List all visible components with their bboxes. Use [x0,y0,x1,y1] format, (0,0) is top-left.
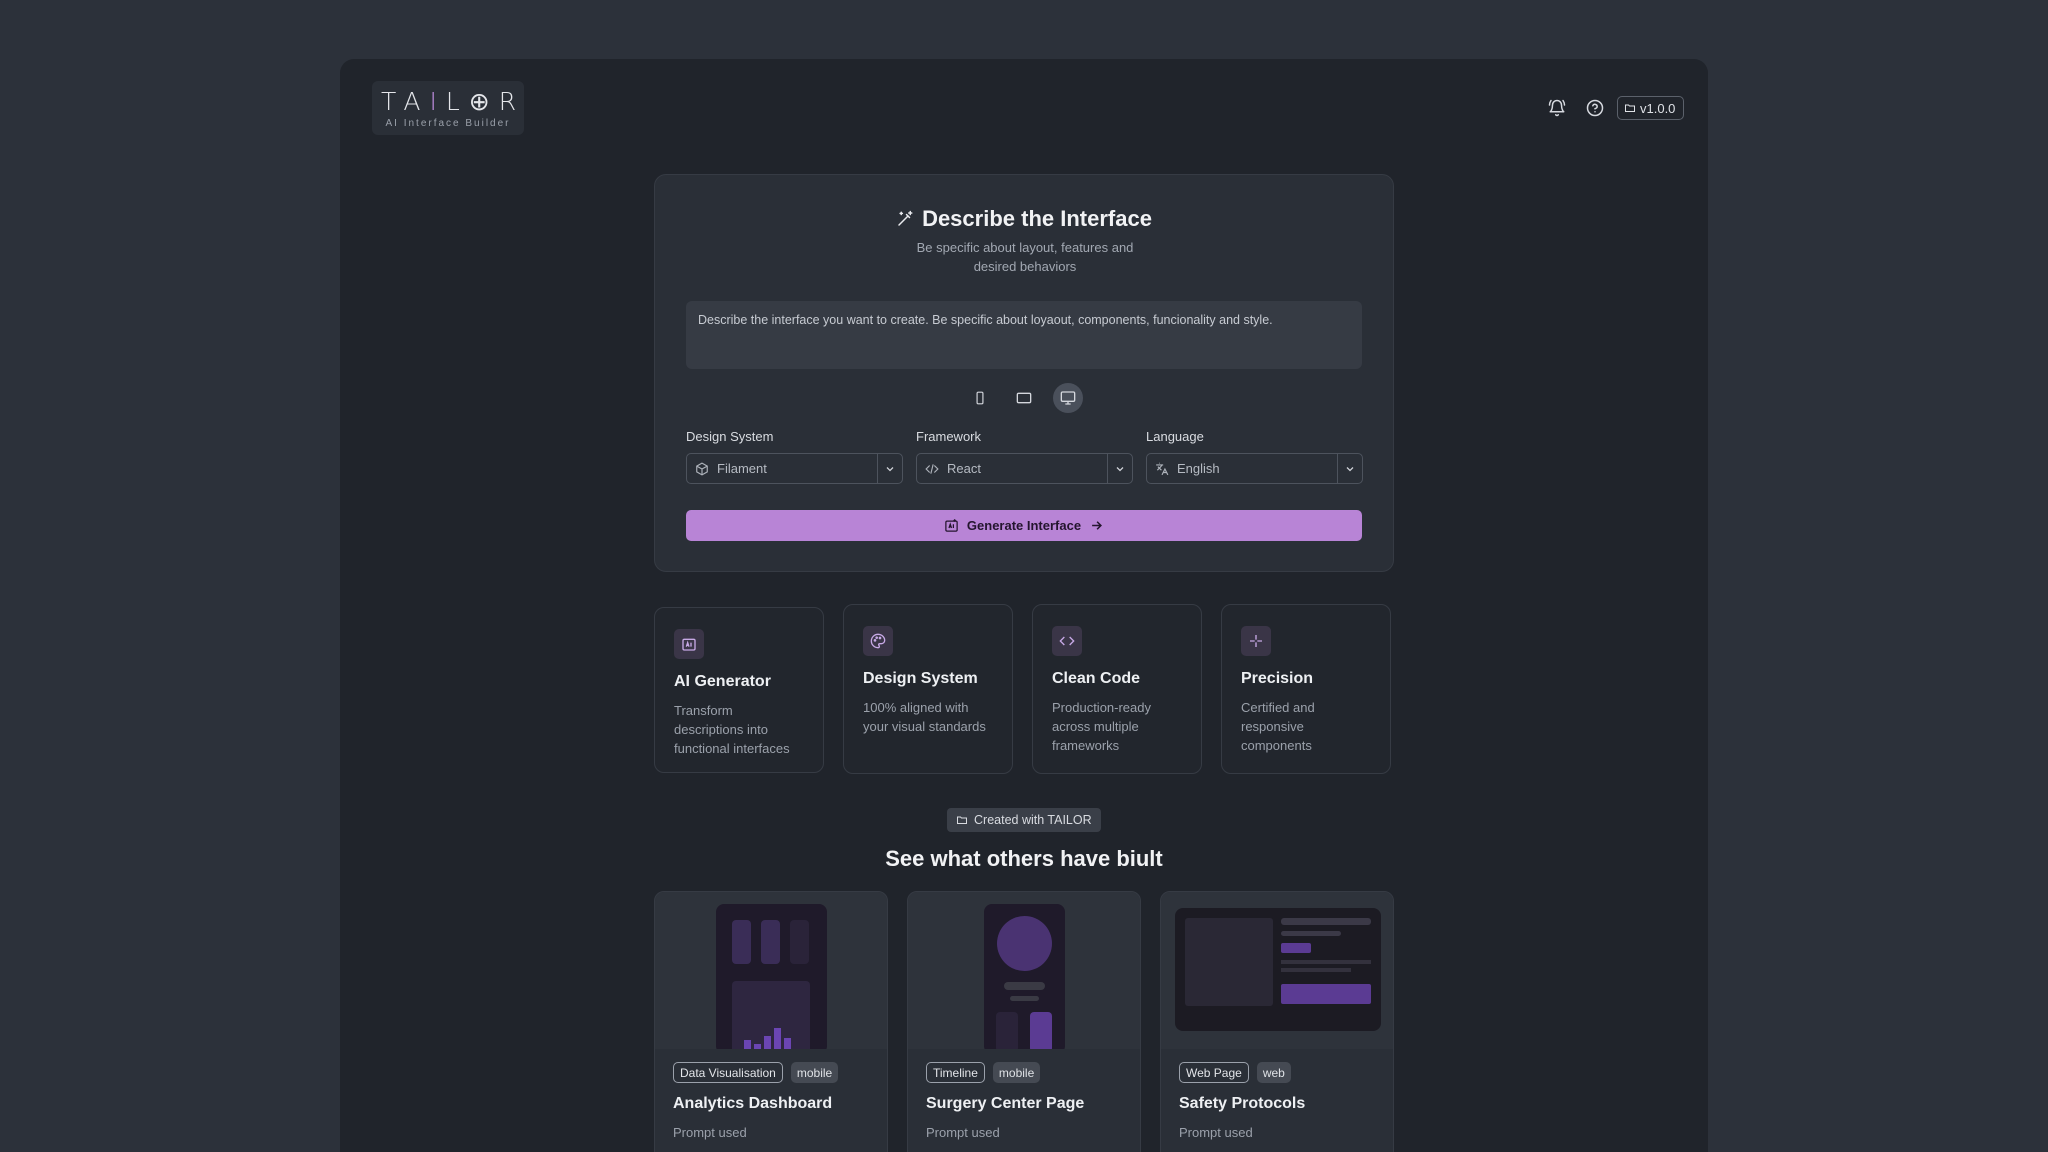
feature-title: Precision [1241,670,1314,687]
feature-desc: Production-ready across multiple framewo… [1052,700,1151,753]
safety-thumbnail [1161,892,1393,1049]
palette-icon [863,626,893,656]
feature-desc: 100% aligned with your visual standards [863,700,986,734]
ai-image-icon [945,519,958,532]
gallery-card-safety[interactable]: Web Page web Safety Protocols Prompt use… [1160,891,1394,1152]
prompt-used-link[interactable]: Prompt used [1179,1125,1253,1140]
box-icon [687,461,717,476]
help-icon[interactable] [1583,96,1607,120]
prompt-card: Describe the Interface Be specific about… [654,174,1394,572]
magic-wand-icon [898,210,913,226]
logo[interactable]: TAIL⊕R AI Interface Builder [372,81,524,135]
tablet-device-button[interactable] [1009,383,1039,413]
surgery-thumbnail [908,892,1140,1049]
analytics-thumbnail [655,892,887,1049]
chevron-down-icon[interactable] [877,454,902,483]
prompt-textarea[interactable]: Describe the interface you want to creat… [686,301,1362,369]
feature-title: Clean Code [1052,670,1141,687]
logo-wordmark: TAIL⊕R [381,87,526,116]
gallery-title: See what others have biult [885,846,1163,871]
app-shell: TAIL⊕R AI Interface Builder v1.0.0 Descr… [340,59,1708,1152]
gallery-card-analytics[interactable]: Data Visualisation mobile Analytics Dash… [654,891,888,1152]
bell-icon[interactable] [1545,96,1569,120]
desktop-device-button[interactable] [1053,383,1083,413]
framework-field: Framework React [916,429,1133,484]
logo-tagline: AI Interface Builder [385,118,511,129]
platform-tag: web [1256,1062,1291,1083]
language-select[interactable]: English [1146,453,1363,484]
design-system-select[interactable]: Filament [686,453,903,484]
feature-card-design-system: Design System 100% aligned with your vis… [843,604,1013,774]
code-icon [917,462,947,476]
framework-value: React [947,461,981,476]
prompt-used-link[interactable]: Prompt used [673,1125,747,1140]
prompt-used-link[interactable]: Prompt used [926,1125,1000,1140]
framework-select[interactable]: React [916,453,1133,484]
category-tag: Data Visualisation [673,1062,783,1083]
generate-label: Generate Interface [966,518,1082,533]
gallery-card-title: Safety Protocols [1179,1095,1306,1112]
chevron-down-icon[interactable] [1337,454,1362,483]
category-tag: Timeline [926,1062,985,1083]
prompt-subtitle: Be specific about layout, features and d… [916,240,1134,274]
category-tag: Web Page [1179,1062,1249,1083]
prompt-title: Describe the Interface [655,206,1393,232]
platform-tag: mobile [790,1062,839,1083]
chevron-down-icon[interactable] [1107,454,1132,483]
ai-image-icon [674,629,704,659]
smartphone-icon [976,391,984,405]
language-label: Language [1146,429,1204,444]
monitor-icon [1060,391,1076,405]
design-system-value: Filament [717,461,767,476]
language-field: Language English [1146,429,1363,484]
platform-tag: mobile [992,1062,1041,1083]
version-badge[interactable]: v1.0.0 [1617,96,1685,120]
arrow-right-icon [1092,521,1103,530]
translate-icon [1147,462,1177,476]
feature-card-clean-code: Clean Code Production-ready across multi… [1032,604,1202,774]
gallery-card-title: Surgery Center Page [926,1095,1085,1112]
gallery-card-surgery[interactable]: Timeline mobile Surgery Center Page Prom… [907,891,1141,1152]
feature-desc: Transform descriptions into functional i… [674,703,790,756]
design-system-label: Design System [686,429,774,444]
language-value: English [1177,461,1220,476]
device-selector [655,383,1393,413]
generate-interface-button[interactable]: Generate Interface [686,510,1362,541]
tablet-icon [1016,392,1032,404]
version-label: v1.0.0 [1640,100,1676,116]
feature-card-ai-generator: AI Generator Transform descriptions into… [654,607,824,773]
feature-card-precision: Precision Certified and responsive compo… [1221,604,1391,774]
folder-icon [1625,104,1635,112]
feature-title: Design System [863,670,978,687]
folder-icon [957,816,967,824]
gallery-card-title: Analytics Dashboard [673,1095,833,1112]
feature-desc: Certified and responsive components [1241,700,1315,753]
design-system-field: Design System Filament [686,429,903,484]
created-with-badge: Created with TAILOR [947,808,1101,832]
crosshair-icon [1241,626,1271,656]
feature-title: AI Generator [674,673,771,690]
framework-label: Framework [916,429,982,444]
code-icon [1052,626,1082,656]
mobile-device-button[interactable] [965,383,995,413]
